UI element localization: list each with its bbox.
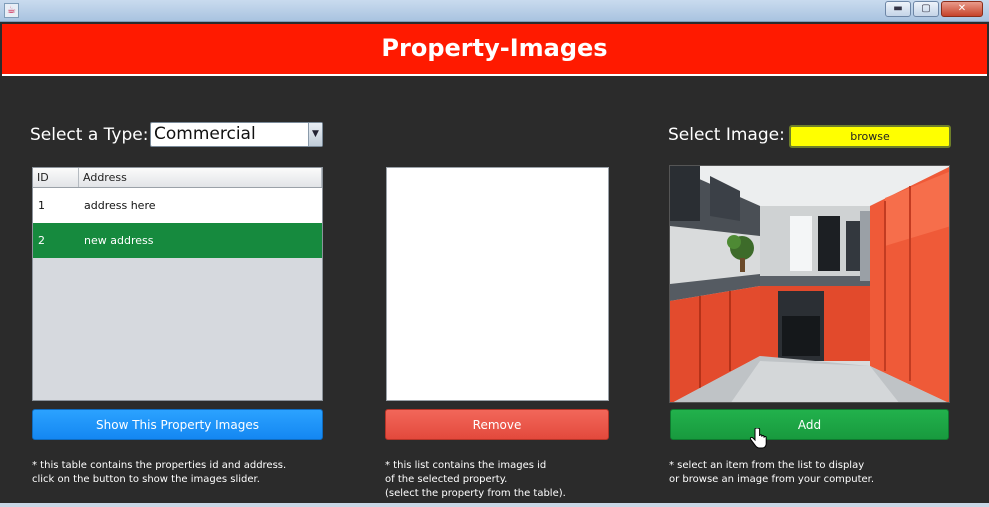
type-label: Select a Type: xyxy=(30,125,149,145)
cell-address: new address xyxy=(84,234,154,247)
table-note: * this table contains the properties id … xyxy=(32,459,286,487)
type-combobox-value: Commercial xyxy=(154,124,256,144)
property-table[interactable]: ID Address 1 address here 2 new address xyxy=(32,167,323,401)
hand-cursor-icon xyxy=(749,428,767,449)
show-images-button[interactable]: Show This Property Images xyxy=(32,409,323,440)
column-header-address[interactable]: Address xyxy=(79,168,322,187)
image-note-line-1: * select an item from the list to displa… xyxy=(669,460,865,471)
list-note-line-1: * this list contains the images id xyxy=(385,460,547,471)
remove-button[interactable]: Remove xyxy=(385,409,609,440)
maximize-button[interactable]: ▢ xyxy=(913,1,939,17)
cell-id: 1 xyxy=(38,199,45,212)
table-row[interactable]: 1 address here xyxy=(33,188,322,223)
list-note-line-3: (select the property from the table). xyxy=(385,488,566,499)
table-note-line-2: click on the button to show the images s… xyxy=(32,474,260,485)
window-bottom-edge xyxy=(0,503,989,507)
browse-button[interactable]: browse xyxy=(789,125,951,148)
table-header: ID Address xyxy=(33,168,322,188)
page-title: Property-Images xyxy=(381,34,608,62)
image-note: * select an item from the list to displa… xyxy=(669,459,874,487)
kitchen-photo xyxy=(670,166,949,402)
minimize-button[interactable]: ▬ xyxy=(885,1,911,17)
header-bar: Property-Images xyxy=(2,24,987,76)
window-titlebar: ☕ ▬ ▢ ✕ xyxy=(0,0,989,22)
window-controls: ▬ ▢ ✕ xyxy=(885,1,983,17)
cell-id: 2 xyxy=(38,234,45,247)
list-note: * this list contains the images id of th… xyxy=(385,459,566,501)
java-icon[interactable]: ☕ xyxy=(4,3,19,18)
image-note-line-2: or browse an image from your computer. xyxy=(669,474,875,485)
close-button[interactable]: ✕ xyxy=(941,1,983,17)
table-note-line-1: * this table contains the properties id … xyxy=(32,460,287,471)
image-label: Select Image: xyxy=(668,125,785,145)
type-combobox[interactable]: Commercial ▼ xyxy=(150,122,323,147)
images-id-list[interactable] xyxy=(386,167,609,401)
column-header-id[interactable]: ID xyxy=(33,168,79,187)
property-image-preview xyxy=(669,165,950,403)
list-note-line-2: of the selected property. xyxy=(385,474,508,485)
table-row-selected[interactable]: 2 new address xyxy=(33,223,322,258)
add-button[interactable]: Add xyxy=(670,409,949,440)
chevron-down-icon[interactable]: ▼ xyxy=(308,123,322,146)
cell-address: address here xyxy=(84,199,156,212)
